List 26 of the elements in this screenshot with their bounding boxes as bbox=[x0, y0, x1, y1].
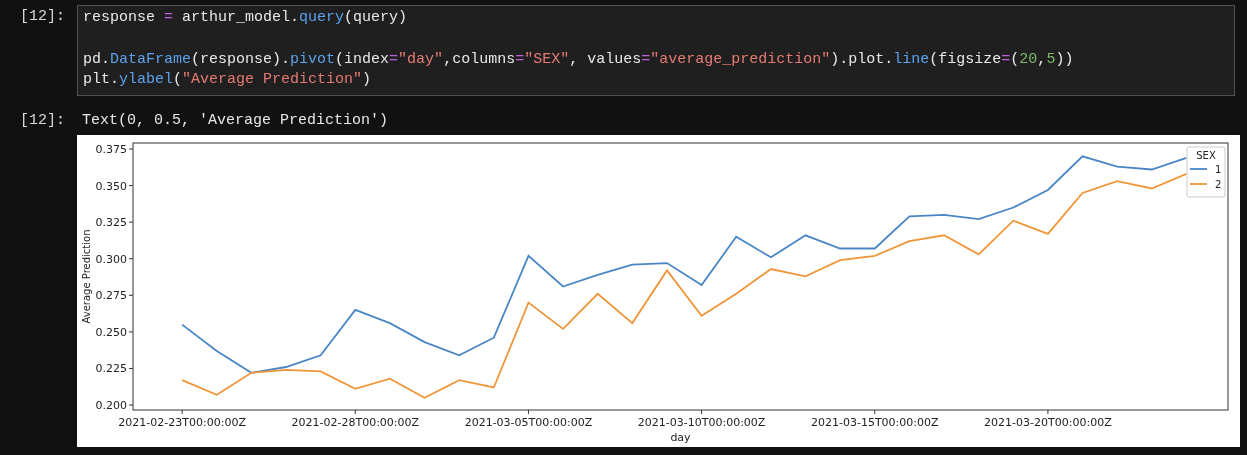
tick-label: 2021-02-28T00:00:00Z bbox=[291, 416, 420, 429]
tick-label: 0.225 bbox=[95, 362, 127, 376]
legend-title: SEX bbox=[1196, 150, 1216, 161]
axis-title: day bbox=[670, 431, 691, 444]
tick-label: 0.325 bbox=[95, 216, 127, 230]
tick-label: 2021-03-20T00:00:00Z bbox=[984, 416, 1112, 429]
tick-label: 0.375 bbox=[95, 143, 127, 156]
code-line: pd.DataFrame(response).pivot(index="day",columns="SEX", values="average_prediction").plot.line(figsize=(20,5)) bbox=[83, 50, 1074, 70]
axis-title: Average Prediction bbox=[81, 229, 92, 324]
cell-prompt: [12]: bbox=[19, 111, 66, 131]
cell-prompt: [12]: bbox=[19, 7, 66, 27]
tick-label: 0.275 bbox=[95, 289, 127, 303]
legend-label: 1 bbox=[1215, 164, 1222, 175]
tick-label: 2021-03-05T00:00:00Z bbox=[464, 416, 593, 429]
code-line: response = arthur_model.query(query) bbox=[83, 8, 408, 28]
tick-label: 0.300 bbox=[95, 252, 127, 266]
tick-label: 2021-03-10T00:00:00Z bbox=[637, 416, 766, 429]
tick-label: 0.200 bbox=[95, 399, 127, 413]
tick-label: 0.250 bbox=[95, 325, 127, 339]
output-text: Text(0, 0.5, 'Average Prediction') bbox=[81, 111, 389, 131]
code-cell[interactable]: response = arthur_model.query(query) pd.DataFrame(response).pivot(index="day",columns="SEX", values="average_prediction").plot.line(figsize=(20,5)) plt.ylabel("Average Prediction") bbox=[77, 5, 1235, 96]
tick-label: 2021-03-15T00:00:00Z bbox=[810, 416, 939, 429]
tick-label: 0.350 bbox=[95, 179, 127, 193]
legend-label: 2 bbox=[1215, 179, 1222, 190]
tick-label: 2021-02-23T00:00:00Z bbox=[118, 416, 246, 429]
code-line: plt.ylabel("Average Prediction") bbox=[83, 70, 372, 90]
